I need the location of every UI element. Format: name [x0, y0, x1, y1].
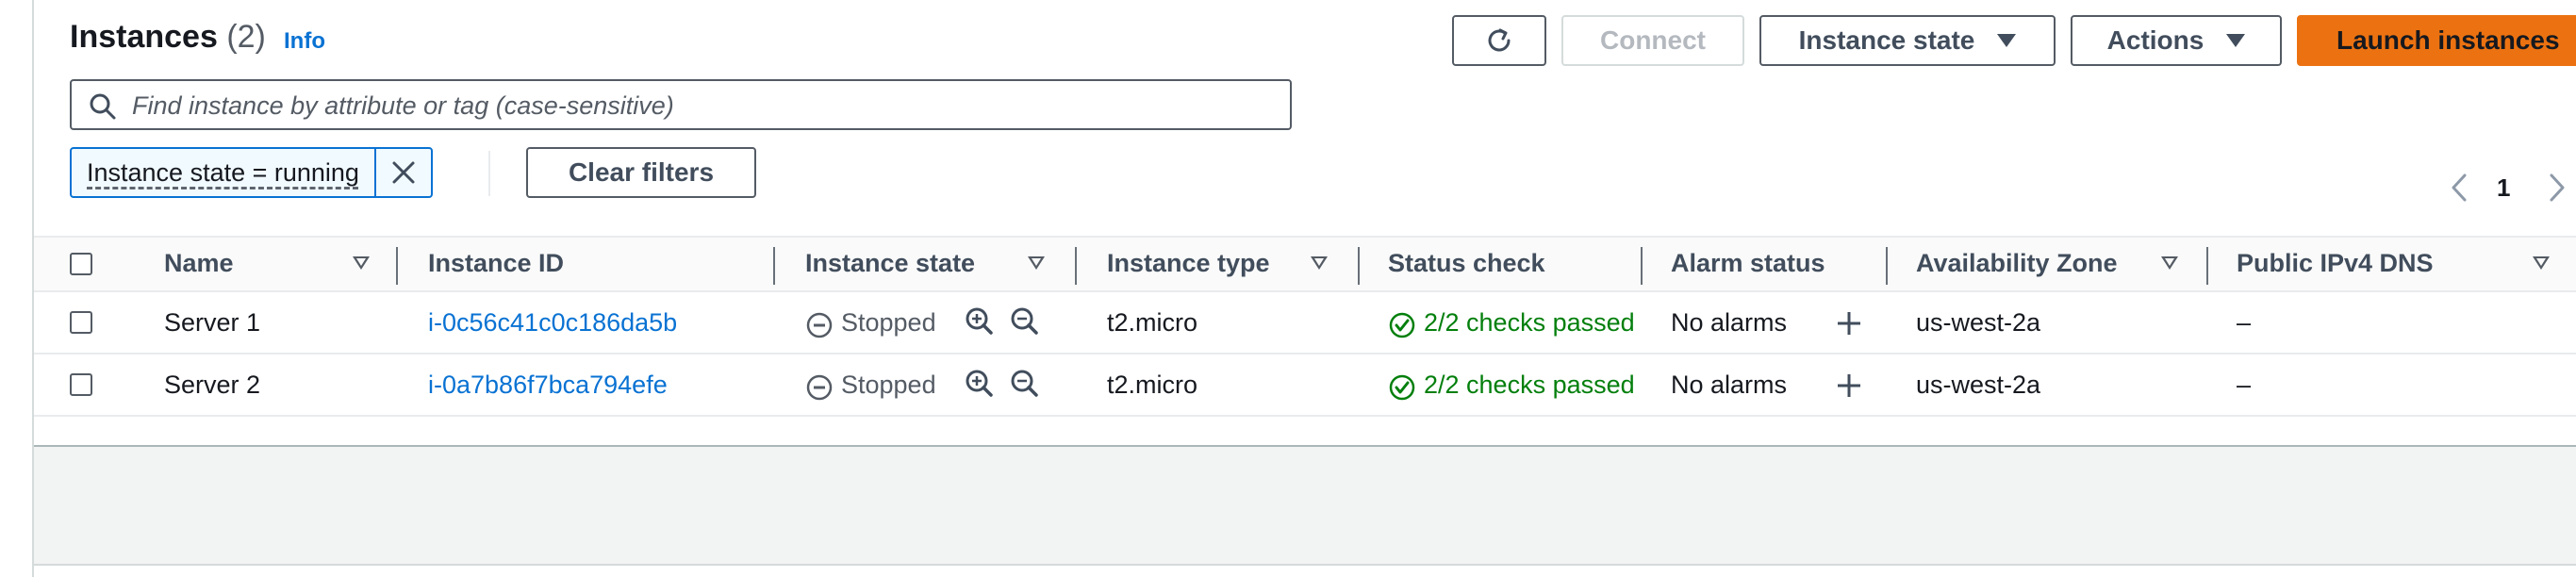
public-dns-value: – — [2237, 371, 2252, 399]
stopped-icon — [806, 374, 833, 401]
instance-count: (2) — [226, 19, 266, 55]
column-header-alarm-status[interactable]: Alarm status — [1671, 249, 1825, 278]
instance-state-value: Stopped — [841, 308, 936, 337]
connect-button[interactable]: Connect — [1561, 15, 1744, 66]
filter-divider — [488, 151, 490, 196]
column-header-name[interactable]: Name — [164, 249, 234, 278]
status-check-value[interactable]: 2/2 checks passed — [1424, 371, 1635, 400]
select-all-checkbox[interactable] — [70, 253, 92, 275]
check-circle-icon — [1389, 374, 1415, 401]
table-row[interactable]: Server 1 i-0c56c41c0c186da5b Stopped t2.… — [34, 292, 2576, 354]
zoom-in-icon[interactable] — [964, 368, 996, 400]
sort-icon[interactable] — [1311, 256, 1328, 270]
filter-token[interactable]: Instance state = running — [70, 147, 433, 198]
instances-panel: Instances (2) Info Connect Instance stat… — [34, 0, 2576, 577]
availability-zone-value: us-west-2a — [1916, 308, 2041, 337]
close-icon — [392, 161, 415, 184]
page-title-text: Instances — [70, 19, 218, 55]
instance-state-value: Stopped — [841, 371, 936, 399]
clear-filters-button[interactable]: Clear filters — [526, 147, 756, 198]
instance-id-link[interactable]: i-0a7b86f7bca794efe — [428, 371, 668, 400]
status-check-value[interactable]: 2/2 checks passed — [1424, 308, 1635, 338]
column-resizer[interactable] — [1358, 247, 1360, 285]
remove-filter-button[interactable] — [373, 149, 431, 196]
table-row[interactable]: Server 2 i-0a7b86f7bca794efe Stopped t2.… — [34, 354, 2576, 417]
column-header-instance-type[interactable]: Instance type — [1107, 249, 1270, 278]
caret-down-icon — [2226, 34, 2246, 47]
zoom-in-icon[interactable] — [964, 305, 996, 338]
search-placeholder: Find instance by attribute or tag (case-… — [132, 91, 674, 120]
column-resizer[interactable] — [773, 247, 775, 285]
filter-token-label[interactable]: Instance state = running — [72, 149, 374, 196]
column-header-instance-id[interactable]: Instance ID — [428, 249, 564, 278]
alarm-status-value: No alarms — [1671, 371, 1788, 399]
actions-dropdown[interactable]: Actions — [2071, 15, 2282, 66]
connect-label: Connect — [1600, 25, 1706, 55]
table-header: Name Instance ID Instance state Instance… — [34, 236, 2576, 292]
page-title: Instances (2) — [70, 19, 266, 56]
alarm-status-value: No alarms — [1671, 308, 1788, 337]
sort-icon[interactable] — [2533, 256, 2550, 270]
zoom-out-icon[interactable] — [1009, 305, 1041, 338]
caret-down-icon — [1997, 34, 2017, 47]
clear-filters-label: Clear filters — [568, 157, 715, 187]
refresh-button[interactable] — [1452, 15, 1546, 66]
plus-icon[interactable] — [1835, 371, 1863, 400]
instance-type-value: t2.micro — [1107, 308, 1198, 337]
launch-instances-label: Launch instances — [2337, 25, 2560, 55]
column-resizer[interactable] — [2206, 247, 2208, 285]
column-resizer[interactable] — [1641, 247, 1643, 285]
availability-zone-value: us-west-2a — [1916, 371, 2041, 399]
launch-instances-button[interactable]: Launch instances — [2297, 15, 2576, 66]
column-resizer[interactable] — [1075, 247, 1077, 285]
stopped-icon — [806, 312, 833, 338]
chevron-left-icon[interactable] — [2448, 172, 2470, 204]
chevron-right-icon[interactable] — [2546, 172, 2568, 204]
column-header-public-ipv4-dns[interactable]: Public IPv4 DNS — [2237, 249, 2434, 278]
column-header-instance-state[interactable]: Instance state — [805, 249, 975, 278]
instance-type-value: t2.micro — [1107, 371, 1198, 399]
panel-divider[interactable] — [34, 564, 2576, 566]
refresh-icon — [1488, 28, 1511, 52]
info-link[interactable]: Info — [284, 28, 325, 55]
sort-icon[interactable] — [2161, 256, 2178, 270]
zoom-out-icon[interactable] — [1009, 368, 1041, 400]
instance-name: Server 2 — [164, 371, 261, 399]
column-header-status-check[interactable]: Status check — [1388, 249, 1545, 278]
column-resizer[interactable] — [1886, 247, 1888, 285]
actions-dropdown-label: Actions — [2106, 25, 2204, 55]
check-circle-icon — [1389, 312, 1415, 338]
plus-icon[interactable] — [1835, 309, 1863, 338]
page-number[interactable]: 1 — [2497, 173, 2510, 203]
column-header-availability-zone[interactable]: Availability Zone — [1916, 249, 2118, 278]
split-panel-area — [34, 447, 2576, 564]
left-rail — [0, 0, 34, 577]
sort-icon[interactable] — [353, 256, 370, 270]
sort-icon[interactable] — [1028, 256, 1045, 270]
row-checkbox[interactable] — [70, 373, 92, 396]
search-input[interactable]: Find instance by attribute or tag (case-… — [70, 79, 1292, 130]
instance-name: Server 1 — [164, 308, 261, 337]
instance-state-dropdown[interactable]: Instance state — [1759, 15, 2056, 66]
search-icon — [90, 93, 116, 120]
instance-state-dropdown-label: Instance state — [1798, 25, 1975, 55]
instance-id-link[interactable]: i-0c56c41c0c186da5b — [428, 308, 677, 338]
column-resizer[interactable] — [396, 247, 398, 285]
row-checkbox[interactable] — [70, 311, 92, 334]
public-dns-value: – — [2237, 308, 2252, 337]
